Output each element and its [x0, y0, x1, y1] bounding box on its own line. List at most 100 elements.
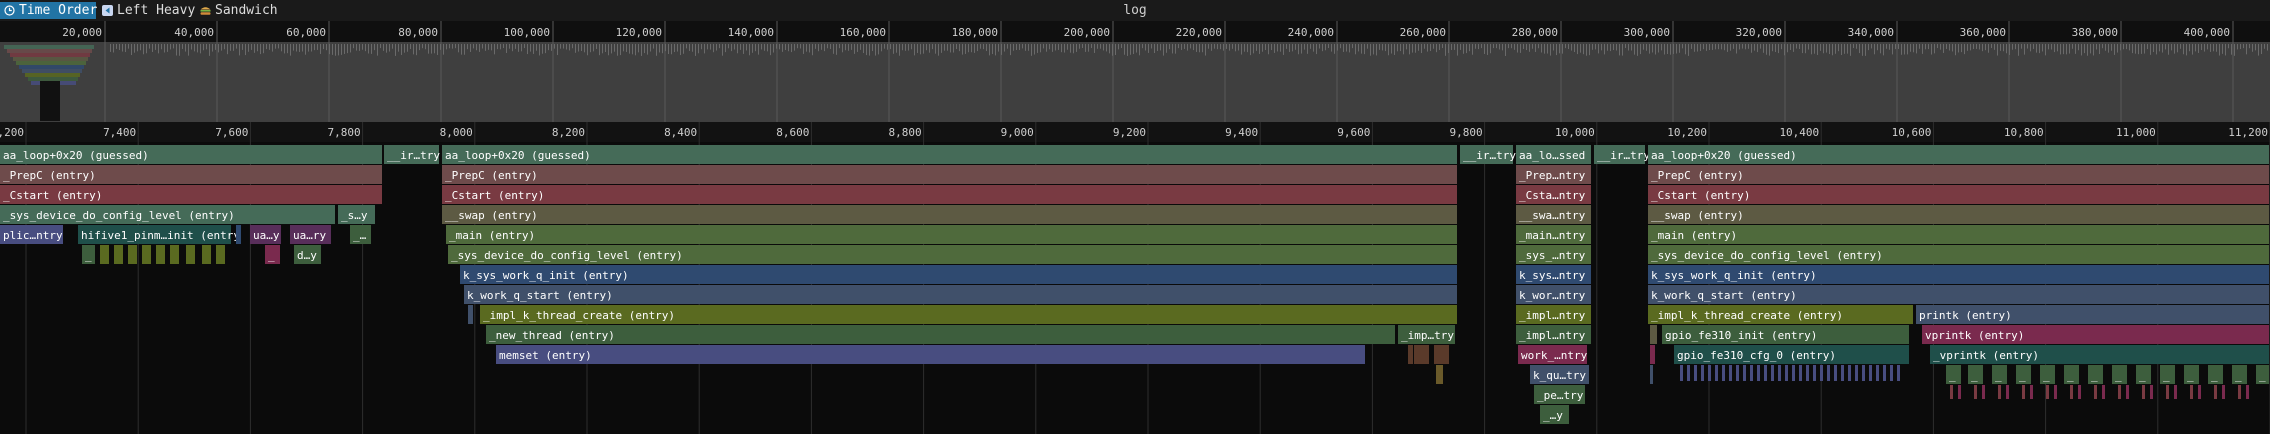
flame-frame-bar[interactable]: [442, 145, 1457, 164]
flame-frame[interactable]: ua…y: [250, 225, 281, 244]
flame-frame-bar[interactable]: [442, 205, 1457, 224]
flame-frame[interactable]: _imp…try: [1398, 325, 1455, 344]
flame-frame[interactable]: [142, 245, 151, 264]
flame-frame[interactable]: _: [2064, 365, 2079, 384]
flame-frame[interactable]: d…y: [294, 245, 321, 264]
flame-frame[interactable]: printk (entry): [1916, 305, 2269, 324]
flame-frame[interactable]: _impl_k_thread_create (entry): [1648, 305, 1913, 324]
flame-frame[interactable]: _new_thread (entry): [486, 325, 1395, 344]
flame-frame-bar[interactable]: [1436, 365, 1443, 384]
flame-frame[interactable]: __swap (entry): [1648, 205, 2269, 224]
flame-frame[interactable]: _: [2232, 365, 2247, 384]
flame-frame[interactable]: gpio_fe310_init (entry): [1662, 325, 1909, 344]
flame-frame[interactable]: [128, 245, 137, 264]
flame-frame[interactable]: [468, 305, 473, 324]
flame-frame-bar[interactable]: [468, 305, 473, 324]
flame-frame[interactable]: _PrepC (entry): [0, 165, 382, 184]
flame-frame[interactable]: _: [2160, 365, 2175, 384]
flame-frame[interactable]: _impl…ntry: [1516, 305, 1591, 324]
flame-frame[interactable]: [216, 245, 225, 264]
flame-frame[interactable]: [1436, 365, 1443, 384]
flame-frame[interactable]: __ir…try: [1594, 145, 1650, 164]
flame-frame[interactable]: _: [2208, 365, 2223, 384]
flame-frame[interactable]: k_work_q_start (entry): [464, 285, 1457, 304]
flame-frame[interactable]: [1650, 345, 1655, 364]
flame-frame[interactable]: _: [2184, 365, 2199, 384]
flame-frame[interactable]: _main…ntry: [1516, 225, 1591, 244]
flame-frame-bar[interactable]: [1408, 345, 1413, 364]
flame-frame[interactable]: _: [1946, 365, 1961, 384]
flame-frame[interactable]: __ir…try: [384, 145, 440, 164]
flame-frame[interactable]: [1414, 345, 1429, 364]
flame-frame[interactable]: _: [2040, 365, 2055, 384]
flame-frame[interactable]: _: [2256, 365, 2269, 384]
flame-frame-bar[interactable]: [1648, 225, 2269, 244]
flame-frame[interactable]: k_qu…try: [1530, 365, 1589, 384]
flame-frame-bar[interactable]: [142, 245, 151, 264]
flame-frame[interactable]: k_sys_work_q_init (entry): [460, 265, 1457, 284]
flame-frame[interactable]: work_…ntry: [1518, 345, 1588, 364]
flame-frame-bar[interactable]: [1650, 325, 1657, 344]
flame-frame[interactable]: [156, 245, 165, 264]
flame-frame[interactable]: [186, 245, 195, 264]
flame-frame[interactable]: _PrepC (entry): [442, 165, 1457, 184]
flame-frame[interactable]: gpio_fe310_cfg_0 (entry): [1674, 345, 1909, 364]
flame-frame[interactable]: aa_loop+0x20 (guessed): [0, 145, 382, 164]
flame-frame[interactable]: _: [2112, 365, 2127, 384]
flame-frame-bar[interactable]: [236, 225, 241, 244]
flame-frame[interactable]: _sys_device_do_config_level (entry): [448, 245, 1457, 264]
flame-frame[interactable]: _Csta…ntry: [1516, 185, 1591, 204]
flame-frame-bar[interactable]: [442, 165, 1457, 184]
flame-frame-bar[interactable]: [446, 225, 1457, 244]
flame-chart[interactable]: 7,200 7,400 7,600 7,800 8,000 8,200 8,400 8,600…: [0, 122, 2270, 434]
flame-frame[interactable]: _main (entry): [1648, 225, 2269, 244]
flame-frame[interactable]: aa_lo…ssed: [1516, 145, 1591, 164]
flame-frame-bar[interactable]: [1414, 345, 1429, 364]
flame-frame-bar[interactable]: [496, 345, 1365, 364]
flame-frame-bar[interactable]: [170, 245, 179, 264]
flame-frame[interactable]: _: [1968, 365, 1983, 384]
flame-frame-bar[interactable]: [202, 245, 211, 264]
flame-frame[interactable]: hifive1_pinm…init (entry: [78, 225, 240, 244]
flame-frame[interactable]: _Cstart (entry): [442, 185, 1457, 204]
flame-frame[interactable]: __ir…try: [1460, 145, 1516, 164]
flame-frame[interactable]: _sys_device_do_config_level (entry): [1648, 245, 2269, 264]
flame-frame[interactable]: k_sys_work_q_init (entry): [1648, 265, 2269, 284]
overview-minimap[interactable]: 20,000 40,000 60,000 80,000 100,000 120,000 14…: [0, 21, 2270, 122]
flame-frame-bar[interactable]: [464, 285, 1457, 304]
flame-frame[interactable]: _…y: [1540, 405, 1569, 424]
flame-frame[interactable]: [1650, 365, 1653, 384]
flame-frame[interactable]: _s…y: [338, 205, 375, 224]
tab-left-heavy[interactable]: Left Heavy: [98, 2, 195, 19]
flame-frame[interactable]: __swap (entry): [442, 205, 1457, 224]
flame-frame[interactable]: [202, 245, 211, 264]
flame-frame-bar[interactable]: [156, 245, 165, 264]
flame-frame[interactable]: _…: [350, 225, 371, 244]
flame-frame[interactable]: _sys_device_do_config_level (entry): [0, 205, 335, 224]
flame-frame-bar[interactable]: [114, 245, 123, 264]
flame-frame[interactable]: _: [1992, 365, 2007, 384]
flame-frame[interactable]: vprintk (entry): [1922, 325, 2269, 344]
flame-frame[interactable]: _impl…ntry: [1516, 325, 1591, 344]
flame-frame[interactable]: [1434, 345, 1449, 364]
tab-time-order[interactable]: Time Order: [0, 2, 97, 19]
flame-frame[interactable]: _impl_k_thread_create (entry): [480, 305, 1457, 324]
flame-frame[interactable]: ua…ry: [290, 225, 331, 244]
flame-frame[interactable]: _: [82, 245, 95, 264]
flame-frame[interactable]: _: [2088, 365, 2103, 384]
flame-frame[interactable]: aa_loop+0x20 (guessed): [442, 145, 1457, 164]
flame-frame[interactable]: _: [265, 245, 280, 264]
flame-frame-bar[interactable]: [442, 185, 1457, 204]
flame-frame[interactable]: _pe…try: [1534, 385, 1585, 404]
flame-frame[interactable]: k_wor…ntry: [1516, 285, 1591, 304]
flame-frame[interactable]: aa_loop+0x20 (guessed): [1648, 145, 2269, 164]
flame-frame-bar[interactable]: [1650, 345, 1655, 364]
flame-frame[interactable]: _Prep…ntry: [1516, 165, 1591, 184]
flame-frame-bar[interactable]: [1434, 345, 1449, 364]
flame-frame[interactable]: memset (entry): [496, 345, 1365, 364]
flame-frame[interactable]: _: [2136, 365, 2151, 384]
flame-frame[interactable]: _: [2016, 365, 2031, 384]
flame-frame[interactable]: _main (entry): [446, 225, 1457, 244]
flame-frame-bar[interactable]: [128, 245, 137, 264]
flame-frame-bar[interactable]: [1650, 365, 1653, 384]
